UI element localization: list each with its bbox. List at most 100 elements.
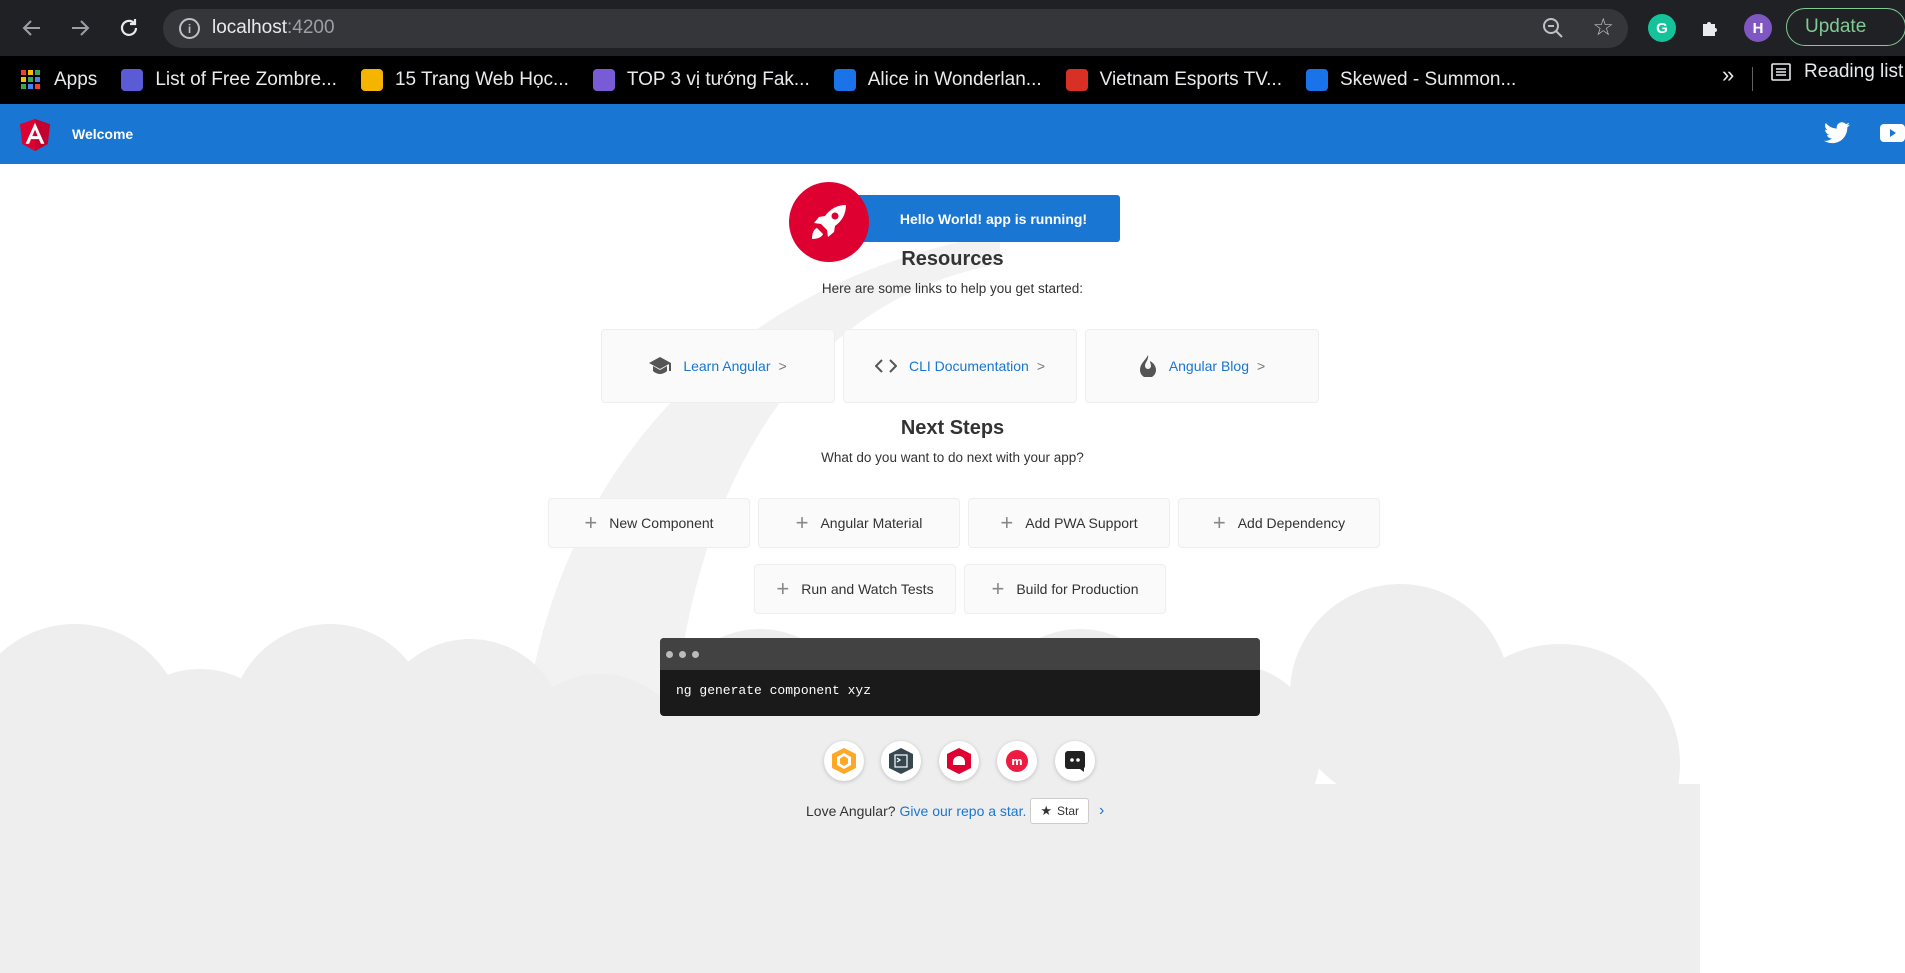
bookmark-label: Vietnam Esports TV... [1099, 69, 1282, 90]
code-brackets-icon [874, 359, 897, 373]
love-angular-text: Love Angular? [806, 803, 896, 819]
card-learn-angular[interactable]: Learn Angular > [601, 329, 835, 403]
plus-icon: + [1212, 510, 1226, 535]
bookmark-label: Alice in Wonderlan... [867, 69, 1042, 90]
url-text[interactable]: localhost:4200 [212, 17, 335, 39]
window-dot-icon [679, 650, 686, 658]
bookmark-label: Skewed - Summon... [1339, 69, 1517, 90]
bookmark-item[interactable]: List of Free Zombre... [121, 69, 337, 91]
reading-list-label: Reading list [1804, 61, 1904, 82]
grammarly-extension-icon[interactable]: G [1648, 14, 1676, 42]
star-label: Star [1057, 804, 1080, 818]
twitter-icon[interactable] [1824, 122, 1850, 149]
card-label: Learn Angular [683, 358, 771, 374]
card-angular-blog[interactable]: Angular Blog > [1085, 329, 1319, 403]
animations-icon[interactable] [824, 741, 864, 781]
back-arrow-icon[interactable] [16, 12, 48, 44]
step-label: New Component [609, 515, 714, 531]
bookmark-label: Apps [54, 69, 98, 90]
step-label: Angular Material [820, 515, 923, 531]
forward-arrow-icon[interactable] [64, 12, 96, 44]
terminal-panel: ng generate component xyz [660, 638, 1260, 716]
star-icon: ★ [1040, 803, 1053, 818]
bookmark-favicon [360, 69, 383, 91]
chevron-right-icon: > [1256, 358, 1266, 374]
bookmarks-bar: Apps List of Free Zombre... 15 Trang Web H… [0, 56, 1905, 104]
plus-icon: + [991, 576, 1005, 601]
next-steps-subtitle: What do you want to do next with your ap… [821, 450, 1084, 465]
github-star-button[interactable]: ★ Star [1030, 798, 1090, 824]
bookmark-label: List of Free Zombre... [155, 69, 337, 90]
bookmark-item[interactable]: Skewed - Summon... [1305, 69, 1517, 91]
browser-toolbar: i localhost:4200 ☆ G H Update [0, 0, 1905, 56]
plus-icon: + [1000, 510, 1014, 535]
bookmark-item[interactable]: TOP 3 vị tướng Fak... [592, 69, 810, 91]
step-label: Add Dependency [1237, 515, 1346, 531]
toolbar-title: Welcome [72, 126, 134, 142]
hero-banner: Hello World! app is running! [789, 172, 1120, 262]
next-steps-title: Next Steps [900, 417, 1005, 439]
plus-icon: + [776, 576, 790, 601]
zoom-icon[interactable] [1540, 15, 1566, 41]
update-label: Update [1805, 16, 1867, 37]
youtube-icon[interactable] [1880, 124, 1905, 147]
card-label: Angular Blog [1168, 358, 1249, 374]
flame-icon [1139, 355, 1156, 377]
chevron-right-icon: > [1036, 358, 1046, 374]
bookmark-favicon [121, 69, 144, 91]
address-bar[interactable]: i localhost:4200 ☆ [163, 9, 1628, 48]
bookmarks-separator [1752, 67, 1753, 91]
plus-icon: + [584, 510, 598, 535]
profile-avatar[interactable]: H [1744, 14, 1772, 42]
step-add-dependency[interactable]: + Add Dependency [1178, 498, 1380, 548]
step-add-pwa-support[interactable]: + Add PWA Support [968, 498, 1170, 548]
reload-icon[interactable] [113, 12, 145, 44]
bookmark-favicon [1065, 69, 1088, 91]
extensions-puzzle-icon[interactable] [1696, 14, 1724, 42]
bookmark-favicon [592, 69, 615, 91]
cli-terminal-icon[interactable] [881, 741, 921, 781]
running-message: Hello World! app is running! [829, 195, 1120, 242]
graduation-cap-icon [649, 357, 672, 374]
apps-grid-icon [20, 69, 42, 91]
step-run-and-watch-tests[interactable]: + Run and Watch Tests [754, 564, 956, 614]
angular-material-icon[interactable] [939, 741, 979, 781]
meetup-icon[interactable]: m [997, 741, 1037, 781]
terminal-command[interactable]: ng generate component xyz [660, 670, 1260, 711]
discord-icon[interactable] [1055, 741, 1095, 781]
resources-title: Resources [901, 248, 1004, 270]
step-label: Run and Watch Tests [801, 581, 934, 597]
app-toolbar: Welcome [0, 104, 1905, 164]
plus-icon: + [795, 510, 809, 535]
update-button[interactable]: Update [1786, 8, 1905, 46]
bookmark-item[interactable]: Apps [20, 69, 97, 91]
bookmark-item[interactable]: 15 Trang Web Học... [360, 69, 569, 91]
step-angular-material[interactable]: + Angular Material [758, 498, 960, 548]
chevron-right-icon: > [778, 358, 787, 374]
step-label: Add PWA Support [1025, 515, 1138, 531]
bookmark-star-icon[interactable]: ☆ [1592, 13, 1614, 42]
bookmark-favicon [833, 69, 856, 91]
site-info-icon[interactable]: i [179, 18, 200, 39]
step-new-component[interactable]: + New Component [548, 498, 750, 548]
step-build-for-production[interactable]: + Build for Production [964, 564, 1166, 614]
window-dot-icon [666, 650, 673, 658]
bookmark-favicon [1305, 69, 1328, 91]
step-label: Build for Production [1016, 581, 1139, 597]
more-bookmarks-chevron[interactable]: » [1722, 62, 1734, 88]
reading-list-button[interactable]: Reading list [1770, 61, 1903, 83]
angular-logo-icon [20, 119, 50, 156]
svg-text:m: m [1011, 755, 1022, 768]
bookmark-item[interactable]: Alice in Wonderlan... [833, 69, 1042, 91]
app-content: Hello World! app is running! Resources H… [0, 164, 1905, 973]
chevron-right-icon[interactable]: › [1099, 802, 1104, 820]
bookmark-label: 15 Trang Web Học... [394, 69, 569, 90]
bookmark-item[interactable]: Vietnam Esports TV... [1065, 69, 1282, 91]
resources-subtitle: Here are some links to help you get star… [821, 281, 1084, 296]
card-cli-documentation[interactable]: CLI Documentation > [843, 329, 1077, 403]
card-label: CLI Documentation [908, 358, 1029, 374]
star-repo-link[interactable]: Give our repo a star. [900, 803, 1027, 819]
reading-list-icon [1771, 63, 1791, 81]
window-dot-icon [692, 650, 699, 658]
star-repo-section: Love Angular? Give our repo a star. ★ Sta… [806, 798, 1104, 824]
